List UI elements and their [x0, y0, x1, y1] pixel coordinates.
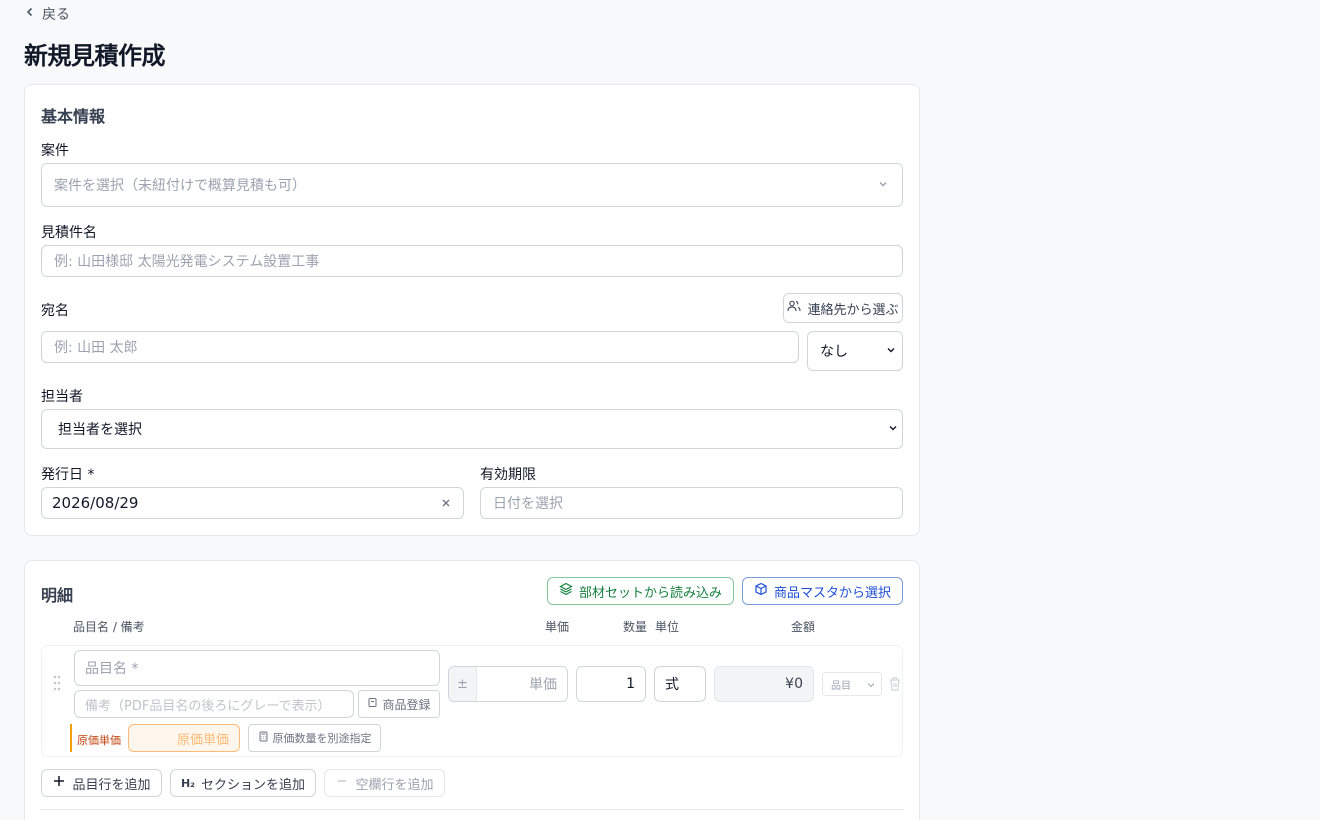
back-link[interactable]: 戻る [24, 4, 70, 24]
cost-price-label: 原価単価 [77, 734, 121, 747]
select-from-product-master-label: 商品マスタから選択 [773, 585, 891, 601]
divider [41, 809, 903, 810]
users-icon [787, 299, 802, 317]
expiry-date-input[interactable]: 日付を選択 [480, 487, 903, 519]
price-sign-toggle[interactable]: ± [449, 667, 477, 701]
cost-price-input[interactable]: 原価単価 [128, 724, 240, 752]
unit-price-input[interactable]: ± 単価 [448, 666, 568, 702]
quantity-value: 1 [626, 676, 635, 692]
item-note-input[interactable]: 備考（PDF品目名の後ろにグレーで表示） [74, 690, 354, 718]
basic-info-title: 基本情報 [41, 107, 106, 126]
column-header-amount: 金額 [791, 620, 816, 634]
basic-info-card: 基本情報 案件 案件を選択（未紐付けで概算見積も可） 見積件名 例: 山田様邸 … [24, 84, 920, 536]
project-placeholder: 案件を選択（未紐付けで概算見積も可） [54, 178, 306, 194]
plus-icon [52, 774, 66, 792]
calculator-icon [258, 731, 269, 745]
chevron-down-icon [888, 423, 898, 433]
issue-date-label: 発行日 * [41, 467, 95, 483]
back-label: 戻る [42, 7, 70, 23]
column-header-unit: 単位 [655, 620, 680, 634]
load-from-parts-set-label: 部材セットから読み込み [578, 585, 722, 601]
issue-date-value: 2026/08/29 [52, 494, 139, 512]
add-section-button[interactable]: H₂ セクションを追加 [170, 769, 316, 797]
expiry-label: 有効期限 [480, 467, 536, 483]
chevron-down-icon [878, 179, 888, 189]
page-title: 新規見積作成 [24, 42, 166, 70]
recipient-input[interactable]: 例: 山田 太郎 [41, 331, 799, 363]
project-label: 案件 [41, 143, 69, 159]
register-product-label: 商品登録 [382, 697, 431, 712]
add-blank-row-label: 空欄行を追加 [355, 777, 434, 793]
register-product-button[interactable]: 商品登録 [358, 690, 440, 718]
column-header-name: 品目名 / 備考 [73, 620, 145, 634]
issue-date-input[interactable]: 2026/08/29 [41, 487, 464, 519]
assignee-select[interactable]: 担当者を選択 [41, 409, 903, 449]
item-note-placeholder: 備考（PDF品目名の後ろにグレーで表示） [85, 698, 331, 714]
unit-price-placeholder: 単価 [529, 677, 557, 693]
details-title: 明細 [41, 586, 74, 605]
estimate-name-placeholder: 例: 山田様邸 太陽光発電システム設置工事 [54, 254, 320, 270]
recipient-placeholder: 例: 山田 太郎 [54, 340, 138, 356]
column-header-unit-price: 単価 [545, 620, 570, 634]
add-section-label: セクションを追加 [201, 777, 306, 793]
select-from-product-master-button[interactable]: 商品マスタから選択 [742, 577, 903, 605]
add-item-row-label: 品目行を追加 [72, 777, 151, 793]
minus-icon [335, 774, 349, 792]
expiry-placeholder: 日付を選択 [493, 496, 563, 512]
bookmark-icon [367, 697, 378, 711]
box-icon [754, 582, 768, 600]
details-card: 明細 部材セットから読み込み 商品マスタから選択 品目名 / 備考 単価 数量 … [24, 560, 920, 820]
honorific-select[interactable]: なし [807, 331, 903, 371]
quantity-input[interactable]: 1 [576, 666, 646, 702]
add-item-row-button[interactable]: 品目行を追加 [41, 769, 162, 797]
cost-price-placeholder: 原価単価 [176, 732, 229, 748]
trash-icon[interactable] [888, 676, 902, 692]
honorific-value: なし [820, 344, 848, 360]
item-name-input[interactable]: 品目名 * [74, 650, 440, 686]
cost-indicator-bar [70, 724, 72, 752]
heading-icon: H₂ [180, 776, 195, 790]
assignee-value: 担当者を選択 [58, 422, 142, 438]
project-select[interactable]: 案件を選択（未紐付けで概算見積も可） [41, 163, 903, 207]
assignee-label: 担当者 [41, 389, 83, 405]
row-type-value: 品目 [831, 680, 851, 692]
estimate-name-label: 見積件名 [41, 225, 97, 241]
layers-icon [559, 582, 573, 600]
separate-cost-quantity-label: 原価数量を別途指定 [272, 732, 372, 745]
select-from-contacts-label: 連絡先から選ぶ [807, 302, 899, 318]
chevron-down-icon [886, 345, 896, 355]
item-name-placeholder: 品目名 * [85, 661, 139, 677]
unit-input[interactable]: 式 [654, 666, 706, 702]
estimate-name-input[interactable]: 例: 山田様邸 太陽光発電システム設置工事 [41, 245, 903, 277]
clear-icon[interactable] [441, 498, 451, 508]
unit-value: 式 [665, 677, 679, 693]
row-type-select[interactable]: 品目 [822, 672, 882, 696]
chevron-left-icon [24, 6, 36, 22]
separate-cost-quantity-button[interactable]: 原価数量を別途指定 [248, 724, 381, 752]
amount-display: ¥0 [714, 666, 814, 702]
line-item-row: 品目名 * 備考（PDF品目名の後ろにグレーで表示） 商品登録 ± 単価 1 式… [41, 645, 903, 757]
select-from-contacts-button[interactable]: 連絡先から選ぶ [783, 293, 903, 323]
drag-handle-icon[interactable] [52, 674, 62, 692]
add-blank-row-button[interactable]: 空欄行を追加 [324, 769, 445, 797]
amount-value: ¥0 [785, 676, 803, 692]
column-header-quantity: 数量 [623, 620, 648, 634]
recipient-label: 宛名 [41, 303, 69, 319]
load-from-parts-set-button[interactable]: 部材セットから読み込み [547, 577, 734, 605]
